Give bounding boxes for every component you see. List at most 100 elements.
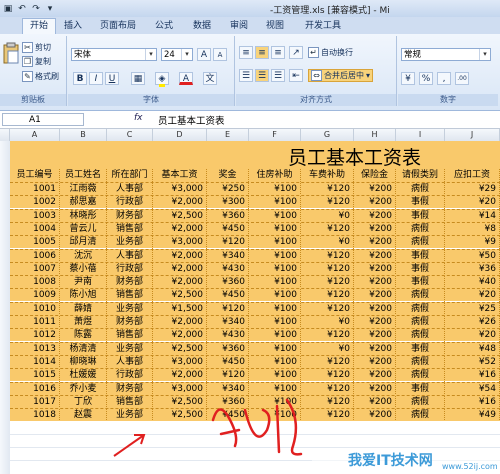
table-cell[interactable]: ¥340 xyxy=(207,249,249,263)
table-cell[interactable]: 乔小麦 xyxy=(60,382,107,396)
table-cell[interactable]: 邱月清 xyxy=(60,236,107,250)
table-cell[interactable]: ¥450 xyxy=(207,222,249,236)
table-cell[interactable]: 人事部 xyxy=(107,183,153,196)
table-cell[interactable]: ¥20 xyxy=(445,289,500,303)
table-cell[interactable]: ¥300 xyxy=(207,196,249,210)
column-header[interactable]: B xyxy=(60,129,107,141)
table-cell[interactable]: ¥120 xyxy=(301,222,354,236)
table-cell[interactable]: ¥200 xyxy=(354,369,396,383)
table-cell[interactable]: ¥100 xyxy=(249,276,301,290)
wrap-text-button[interactable]: ↵ 自动换行 xyxy=(308,47,353,58)
table-cell[interactable]: ¥200 xyxy=(354,289,396,303)
table-cell[interactable]: ¥120 xyxy=(301,329,354,343)
table-cell[interactable]: 杨清清 xyxy=(60,342,107,356)
phonetic-button[interactable]: 文 xyxy=(203,72,217,85)
tab-home[interactable]: 开始 xyxy=(22,18,57,35)
table-cell[interactable]: ¥200 xyxy=(354,395,396,409)
table-cell[interactable]: ¥2,000 xyxy=(153,249,207,263)
table-cell[interactable]: 财务部 xyxy=(107,276,153,290)
table-cell[interactable]: ¥8 xyxy=(445,222,500,236)
table-cell[interactable]: 病假 xyxy=(396,236,445,250)
table-cell[interactable]: 丁欣 xyxy=(60,395,107,409)
table-cell[interactable]: 萧煜 xyxy=(60,316,107,329)
align-bottom-button[interactable]: ≡ xyxy=(271,46,285,59)
table-cell[interactable]: ¥29 xyxy=(445,183,500,196)
table-cell[interactable]: ¥2,000 xyxy=(153,222,207,236)
column-title-cell[interactable]: 保险金 xyxy=(354,169,396,182)
table-cell[interactable]: ¥20 xyxy=(445,196,500,210)
table-cell[interactable]: ¥2,000 xyxy=(153,369,207,383)
align-top-button[interactable]: ≡ xyxy=(239,46,253,59)
align-middle-button[interactable]: ≡ xyxy=(255,46,269,59)
table-cell[interactable]: 1017 xyxy=(10,395,60,409)
table-cell[interactable]: 陈小旭 xyxy=(60,289,107,303)
table-cell[interactable]: ¥16 xyxy=(445,369,500,383)
table-cell[interactable]: ¥200 xyxy=(354,262,396,276)
table-cell[interactable]: ¥0 xyxy=(301,209,354,223)
table-cell[interactable]: 销售部 xyxy=(107,289,153,303)
table-cell[interactable]: ¥120 xyxy=(207,236,249,250)
table-cell[interactable]: ¥20 xyxy=(445,329,500,343)
table-cell[interactable]: ¥3,000 xyxy=(153,355,207,369)
italic-button[interactable]: I xyxy=(89,72,103,85)
table-cell[interactable]: ¥200 xyxy=(354,209,396,223)
align-center-button[interactable]: ☰ xyxy=(255,69,269,82)
table-cell[interactable]: 事假 xyxy=(396,196,445,210)
table-cell[interactable]: ¥120 xyxy=(301,183,354,196)
table-cell[interactable]: 薛婧 xyxy=(60,302,107,316)
table-cell[interactable]: ¥120 xyxy=(301,289,354,303)
table-cell[interactable]: ¥200 xyxy=(354,196,396,210)
table-cell[interactable]: ¥100 xyxy=(249,209,301,223)
table-cell[interactable]: ¥0 xyxy=(301,316,354,329)
table-cell[interactable]: 事假 xyxy=(396,342,445,356)
align-right-button[interactable]: ☰ xyxy=(271,69,285,82)
table-cell[interactable]: 病假 xyxy=(396,316,445,329)
table-cell[interactable]: ¥2,500 xyxy=(153,209,207,223)
column-header[interactable]: A xyxy=(10,129,60,141)
table-cell[interactable]: 事假 xyxy=(396,249,445,263)
table-cell[interactable]: ¥9 xyxy=(445,236,500,250)
table-cell[interactable]: 病假 xyxy=(396,355,445,369)
table-cell[interactable]: 病假 xyxy=(396,289,445,303)
tab-data[interactable]: 数据 xyxy=(193,19,211,33)
column-title-cell[interactable]: 车费补助 xyxy=(301,169,354,182)
format-painter-button[interactable]: ✎ 格式刷 xyxy=(22,71,59,82)
column-title-cell[interactable]: 应扣工资 xyxy=(445,169,500,182)
table-cell[interactable]: 1009 xyxy=(10,289,60,303)
table-cell[interactable]: ¥2,500 xyxy=(153,395,207,409)
table-cell[interactable]: ¥2,000 xyxy=(153,316,207,329)
table-cell[interactable]: ¥450 xyxy=(207,355,249,369)
table-cell[interactable]: 林晓彤 xyxy=(60,209,107,223)
copy-button[interactable]: ❐ 复制 xyxy=(22,56,51,67)
table-cell[interactable]: 陈露 xyxy=(60,329,107,343)
table-cell[interactable]: ¥100 xyxy=(249,249,301,263)
table-cell[interactable]: ¥2,000 xyxy=(153,262,207,276)
table-cell[interactable]: ¥430 xyxy=(207,262,249,276)
underline-button[interactable]: U xyxy=(105,72,119,85)
table-cell[interactable]: 财务部 xyxy=(107,382,153,396)
table-cell[interactable]: ¥100 xyxy=(249,236,301,250)
table-cell[interactable]: ¥100 xyxy=(249,329,301,343)
table-cell[interactable]: ¥450 xyxy=(207,289,249,303)
table-cell[interactable]: ¥430 xyxy=(207,329,249,343)
column-header[interactable]: F xyxy=(249,129,301,141)
table-cell[interactable]: ¥2,000 xyxy=(153,276,207,290)
table-cell[interactable]: 病假 xyxy=(396,395,445,409)
table-cell[interactable]: ¥120 xyxy=(301,249,354,263)
table-cell[interactable]: ¥16 xyxy=(445,395,500,409)
comma-button[interactable]: , xyxy=(437,72,451,85)
table-cell[interactable]: ¥200 xyxy=(354,302,396,316)
table-cell[interactable]: ¥120 xyxy=(301,276,354,290)
table-cell[interactable]: ¥3,000 xyxy=(153,382,207,396)
table-cell[interactable]: ¥360 xyxy=(207,276,249,290)
tab-developer[interactable]: 开发工具 xyxy=(305,19,341,33)
chevron-down-icon[interactable]: ▾ xyxy=(44,3,56,15)
table-cell[interactable]: ¥340 xyxy=(207,316,249,329)
table-cell[interactable]: ¥14 xyxy=(445,209,500,223)
table-cell[interactable]: ¥0 xyxy=(301,342,354,356)
function-icon[interactable]: fx xyxy=(134,113,143,123)
table-cell[interactable]: 销售部 xyxy=(107,395,153,409)
table-cell[interactable]: 1016 xyxy=(10,382,60,396)
table-cell[interactable]: ¥200 xyxy=(354,355,396,369)
table-cell[interactable]: 病假 xyxy=(396,329,445,343)
